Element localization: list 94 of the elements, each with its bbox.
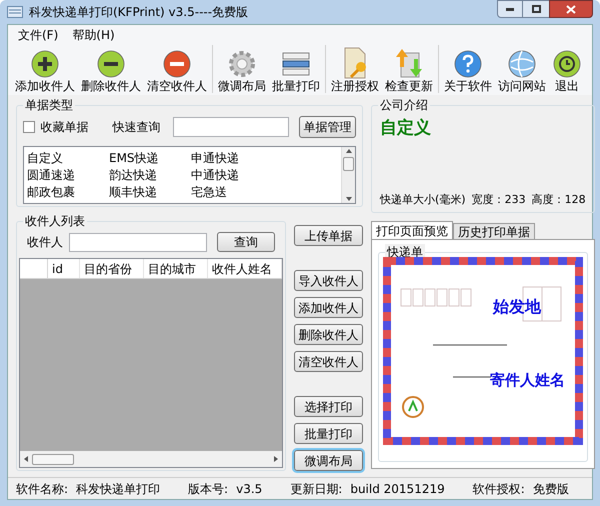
side-button[interactable]: 清空收件人 (294, 351, 363, 372)
gear-icon (227, 49, 257, 79)
width-value: 宽度：233 (472, 192, 526, 208)
scroll-left-icon (24, 456, 28, 462)
scroll-down-icon (346, 197, 352, 201)
toolbar-button-label: 删除收件人 (81, 79, 141, 93)
scroll-thumb[interactable] (343, 157, 354, 171)
scrollbar[interactable] (341, 147, 355, 203)
toolbar-button-label: 清空收件人 (147, 79, 207, 93)
toolbar-button[interactable]: 微调布局 (215, 49, 269, 93)
column-header[interactable]: 收件人姓名 (208, 259, 282, 278)
maximize-button[interactable] (523, 0, 549, 18)
favorite-checkbox[interactable] (23, 121, 35, 133)
toolbar-button[interactable]: 批量打印 (269, 49, 323, 93)
status-label: 软件授权: (472, 480, 525, 498)
tab[interactable]: 历史打印单据 (453, 223, 535, 239)
side-button[interactable]: 选择打印 (294, 396, 363, 417)
recipient-label: 收件人 (27, 234, 63, 251)
close-icon (566, 4, 576, 14)
side-button[interactable]: 批量打印 (294, 423, 363, 444)
toolbar-button-label: 检查更新 (385, 79, 433, 93)
side-button[interactable]: 上传单据 (294, 225, 363, 246)
ticket-type-item[interactable]: 顺丰快递 (109, 185, 191, 200)
toolbar-button-label: 访问网站 (498, 79, 546, 93)
toolbar-button-label: 批量打印 (272, 79, 320, 93)
horizontal-scrollbar[interactable] (20, 451, 282, 467)
favorite-label: 收藏单据 (40, 119, 89, 136)
status-value: 免费版 (532, 480, 569, 498)
window-title: 科发快递单打印(KFPrint) v3.5----免费版 (29, 4, 248, 21)
group-title: 单据类型 (23, 97, 75, 113)
status-label: 更新日期: (290, 480, 342, 498)
column-header[interactable]: 目的城市 (144, 259, 208, 278)
toolbar-button-label: 注册授权 (331, 79, 379, 93)
status-label: 软件名称: (16, 480, 68, 498)
minimize-button[interactable] (497, 0, 523, 18)
menu-item[interactable]: 文件(F) (12, 26, 64, 44)
origin-label: 始发地 (492, 296, 541, 318)
status-value: 科发快递单打印 (76, 480, 160, 498)
status-value: build 20151219 (350, 480, 445, 498)
app-icon (7, 6, 23, 18)
scroll-thumb[interactable] (32, 454, 74, 464)
toolbar-button[interactable]: 检查更新 (382, 47, 436, 93)
quick-search-label: 快速查询 (112, 119, 161, 136)
size-label: 快递单大小(毫米) (380, 192, 466, 208)
scroll-up-icon (346, 149, 352, 153)
maximize-icon (532, 5, 540, 13)
column-header[interactable]: id (48, 259, 80, 278)
group-title: 收件人列表 (23, 213, 87, 229)
toolbar-button[interactable]: 添加收件人 (12, 49, 78, 93)
document-arrows-icon (394, 47, 424, 79)
side-button[interactable]: 删除收件人 (294, 324, 363, 345)
toolbar-button-label: 退出 (555, 79, 579, 93)
toolbar-button-label: 关于软件 (444, 79, 492, 93)
company-name: 自定义 (380, 117, 432, 140)
quick-search-field[interactable] (172, 117, 289, 137)
ticket-manage-button[interactable]: 单据管理 (298, 116, 356, 138)
menu-item[interactable]: 帮助(H) (66, 26, 121, 44)
toolbar-button[interactable]: 注册授权 (328, 47, 382, 93)
toolbar-button-label: 添加收件人 (15, 79, 75, 93)
ticket-type-item[interactable]: 自定义 (27, 151, 109, 166)
scroll-right-icon (274, 456, 278, 462)
toolbar-button[interactable]: 访问网站 (495, 49, 549, 93)
ticket-type-item[interactable]: 申通快递 (191, 151, 273, 166)
minimize-icon (506, 8, 514, 10)
group-title: 公司介绍 (378, 97, 430, 113)
toolbar-button[interactable]: 退出 (549, 49, 585, 93)
toolbar-button-label: 微调布局 (218, 79, 266, 93)
help-icon (453, 49, 483, 79)
globe-icon (507, 49, 537, 79)
column-header[interactable]: 目的省份 (80, 259, 144, 278)
height-value: 高度：128 (532, 192, 586, 208)
minus-icon (96, 49, 126, 79)
search-button[interactable]: 查询 (217, 232, 275, 252)
side-button[interactable]: 添加收件人 (294, 297, 363, 318)
clock-icon (552, 49, 582, 79)
toolbar-button[interactable]: 删除收件人 (78, 49, 144, 93)
toolbar-button[interactable]: 清空收件人 (144, 49, 210, 93)
minus-icon (162, 49, 192, 79)
close-button[interactable] (549, 0, 593, 18)
status-label: 版本号: (188, 480, 228, 498)
ticket-type-item[interactable]: 中通快递 (191, 168, 273, 183)
ticket-type-item[interactable]: EMS快递 (109, 151, 191, 166)
tab[interactable]: 打印页面预览 (371, 221, 453, 239)
side-button[interactable]: 导入收件人 (294, 270, 363, 291)
ticket-type-item[interactable]: 宅急送 (191, 185, 273, 200)
status-value: v3.5 (236, 480, 262, 498)
side-button[interactable]: 微调布局 (294, 450, 363, 471)
toolbar-button[interactable]: 关于软件 (441, 49, 495, 93)
ticket-type-item[interactable]: 邮政包裹 (27, 185, 109, 200)
ticket-type-item[interactable]: 韵达快递 (109, 168, 191, 183)
sender-name-label: 寄件人姓名 (490, 370, 565, 391)
ticket-type-item[interactable]: 圆通速递 (27, 168, 109, 183)
plus-icon (30, 49, 60, 79)
recipient-field[interactable] (69, 232, 207, 252)
